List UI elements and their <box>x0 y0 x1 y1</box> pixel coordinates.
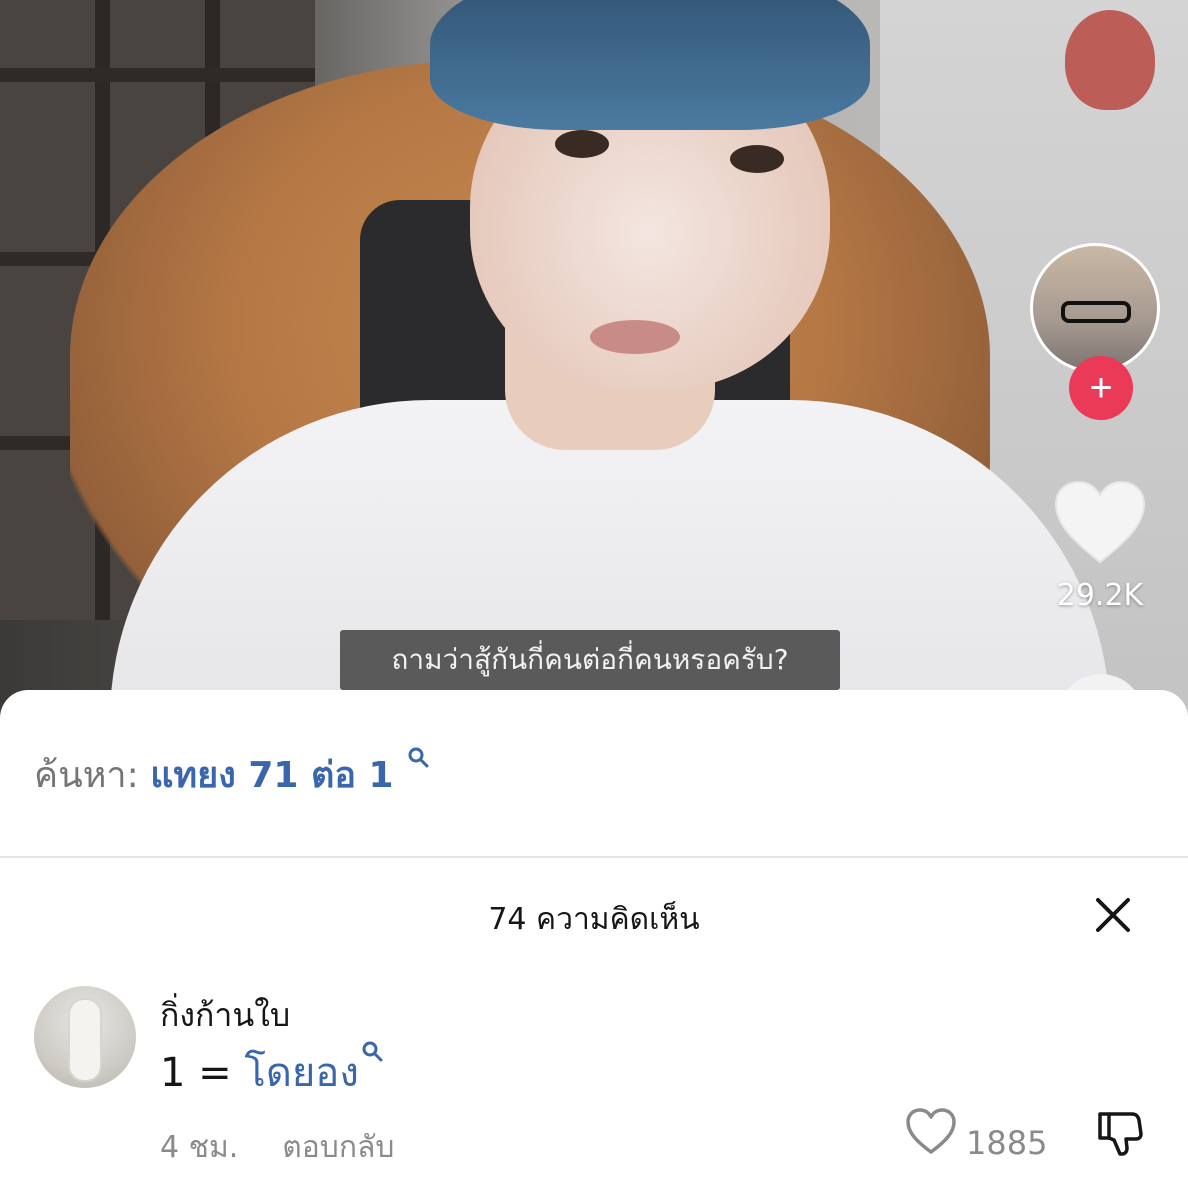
comment-time: 4 ชม. <box>160 1130 239 1165</box>
comment-text-prefix: 1 = <box>160 1050 245 1096</box>
commenter-avatar[interactable] <box>34 986 136 1088</box>
comments-count-title: 74 ความคิดเห็น <box>488 902 700 937</box>
heart-icon[interactable] <box>1052 478 1148 566</box>
video-player[interactable]: ถามว่าสู้กันกี่คนต่อกี่คนหรอครับ? <box>0 0 1188 720</box>
avatar-glasses <box>1061 301 1131 323</box>
follow-button[interactable]: + <box>1069 356 1133 420</box>
person-eye-right <box>730 145 784 173</box>
reply-button[interactable]: ตอบกลับ <box>282 1130 394 1165</box>
wall-drawing <box>1065 10 1155 110</box>
close-icon[interactable] <box>1090 892 1136 938</box>
heart-icon[interactable] <box>904 1106 958 1156</box>
person-mouth <box>590 320 680 354</box>
search-icon <box>408 747 429 768</box>
plus-icon: + <box>1089 366 1113 410</box>
search-icon <box>362 1041 383 1062</box>
video-like-count: 29.2K <box>1056 578 1144 613</box>
video-subtitle: ถามว่าสู้กันกี่คนต่อกี่คนหรอครับ? <box>340 630 840 690</box>
comment-like-count: 1885 <box>966 1124 1048 1162</box>
thumbs-down-icon[interactable] <box>1096 1108 1144 1158</box>
search-term-link[interactable]: แทยง 71 ต่อ 1 <box>150 755 393 796</box>
search-prefix: ค้นหา: <box>34 755 139 796</box>
person-eye-left <box>555 130 609 158</box>
commenter-username[interactable]: กิ่งก้านใบ <box>160 990 290 1041</box>
search-suggestion[interactable]: ค้นหา: แทยง 71 ต่อ 1 <box>34 746 429 803</box>
comment-meta: 4 ชม. ตอบกลับ <box>160 1124 394 1171</box>
avatar-figure <box>70 1000 100 1080</box>
person-hair <box>430 0 870 130</box>
creator-avatar[interactable] <box>1030 243 1160 373</box>
divider <box>0 856 1188 858</box>
comments-sheet: ค้นหา: แทยง 71 ต่อ 1 74 ความคิดเห็น กิ่ง… <box>0 690 1188 1200</box>
comment-search-link[interactable]: โดยอง <box>244 1050 358 1096</box>
comment-text: 1 = โดยอง <box>160 1040 383 1104</box>
